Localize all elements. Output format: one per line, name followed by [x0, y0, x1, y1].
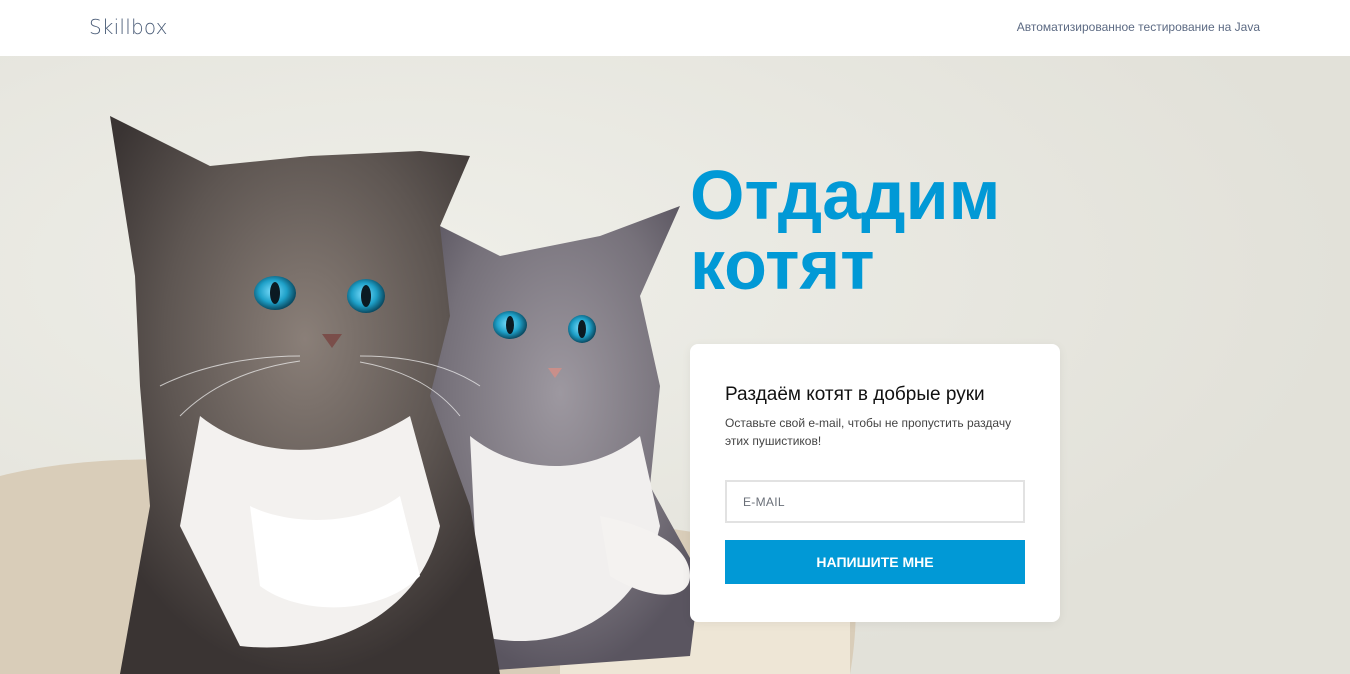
hero-headline: Отдадим котят	[690, 160, 1110, 300]
headline-line-1: Отдадим	[690, 156, 1001, 234]
email-input[interactable]	[725, 480, 1025, 523]
card-title: Раздаём котят в добрые руки	[725, 384, 985, 405]
skillbox-logo[interactable]: Skillbox	[89, 15, 168, 39]
kittens-image	[0, 56, 1350, 674]
submit-button[interactable]: НАПИШИТЕ МНЕ	[725, 540, 1025, 584]
card-description: Оставьте свой e-mail, чтобы не пропустит…	[725, 416, 1012, 448]
hero-section: Отдадим котят Раздаём котят в добрые рук…	[0, 56, 1350, 674]
site-header: Skillbox Автоматизированное тестирование…	[0, 0, 1350, 56]
subscribe-card: Раздаём котят в добрые руки Оставьте сво…	[690, 344, 1060, 622]
course-link[interactable]: Автоматизированное тестирование на Java	[1017, 20, 1260, 34]
headline-line-2: котят	[690, 226, 875, 304]
